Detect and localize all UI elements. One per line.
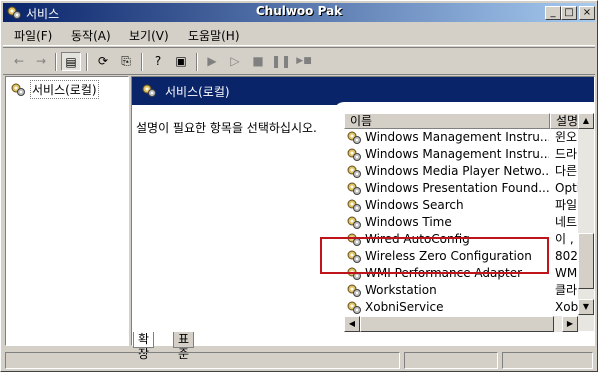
toolbar-separator bbox=[55, 53, 57, 71]
selection-hint: 설명이 필요한 항목을 선택하십시오. bbox=[136, 121, 317, 135]
computer-name-title: Chulwoo Pak bbox=[255, 4, 343, 18]
menu-bar: 파일(F) 동작(A) 보기(V) 도움말(H) bbox=[3, 24, 595, 46]
service-name: Windows Time bbox=[365, 215, 452, 229]
details-header-title: 서비스(로컬) bbox=[165, 85, 230, 99]
services-gear-icon bbox=[7, 6, 21, 19]
scroll-up-icon[interactable]: ▲ bbox=[578, 113, 594, 129]
menu-action[interactable]: 동작(A) bbox=[71, 27, 111, 44]
details-header: 서비스(로컬) bbox=[132, 77, 594, 105]
export-list-icon[interactable]: ⎘ bbox=[116, 52, 136, 71]
console-tree: 서비스(로컬) bbox=[5, 76, 129, 346]
service-row[interactable]: Windows Management Instru... 드라 bbox=[344, 146, 594, 163]
service-name: XobniService bbox=[365, 300, 444, 314]
close-button[interactable]: × bbox=[579, 6, 595, 20]
mmc-window: 서비스 Chulwoo Pak _ □ × 파일(F) 동작(A) 보기(V) … bbox=[0, 0, 598, 372]
toolbar-separator bbox=[141, 53, 143, 71]
service-row[interactable]: Windows Media Player Netwo... 다른 bbox=[344, 163, 594, 180]
service-row[interactable]: XobniService Xobr bbox=[344, 299, 594, 316]
window-title: 서비스 bbox=[26, 7, 60, 21]
services-list[interactable]: 이름 설명 Windows Management Instru... 윈오 Wind… bbox=[344, 113, 594, 331]
scroll-left-icon[interactable]: ◀ bbox=[344, 316, 360, 332]
service-row[interactable]: Windows Time 네트 bbox=[344, 214, 594, 231]
toolbar-separator bbox=[86, 53, 88, 71]
refresh-icon[interactable]: ⟳ bbox=[93, 52, 113, 71]
service-row[interactable]: Workstation 클라 bbox=[344, 282, 594, 299]
back-icon[interactable]: ← bbox=[9, 52, 29, 71]
vertical-scrollbar[interactable]: ▲ ▼ bbox=[578, 113, 594, 331]
service-name: Windows Search bbox=[365, 198, 464, 212]
toolbar: ← → ▤ ⟳ ⎘ ? ▣ ▶ ▷ ■ ❚❚ ▶■ bbox=[3, 47, 595, 75]
vertical-scroll-thumb[interactable] bbox=[578, 233, 594, 289]
service-name: Windows Presentation Found... bbox=[365, 181, 549, 195]
service-name: Wired AutoConfig bbox=[365, 232, 470, 246]
forward-icon[interactable]: → bbox=[31, 52, 51, 71]
service-name: WMI Performance Adapter bbox=[365, 266, 523, 280]
service-name: Windows Media Player Netwo... bbox=[365, 164, 549, 178]
service-row[interactable]: Windows Management Instru... 윈오 bbox=[344, 129, 594, 146]
status-bar bbox=[5, 352, 595, 370]
service-name: Windows Management Instru... bbox=[365, 147, 549, 161]
show-tree-icon[interactable]: ▤ bbox=[61, 52, 81, 71]
title-bar[interactable]: 서비스 Chulwoo Pak _ □ × bbox=[3, 3, 595, 22]
service-name: Wireless Zero Configuration bbox=[365, 249, 532, 263]
horizontal-scroll-thumb[interactable] bbox=[360, 316, 554, 332]
service-name: Workstation bbox=[365, 283, 437, 297]
help-icon[interactable]: ? bbox=[148, 52, 168, 71]
tab-standard[interactable]: 표준 bbox=[173, 332, 195, 361]
menu-view[interactable]: 보기(V) bbox=[129, 27, 169, 44]
scroll-down-icon[interactable]: ▼ bbox=[578, 299, 594, 315]
menu-file[interactable]: 파일(F) bbox=[14, 27, 52, 44]
resume-service-icon[interactable]: ▷ bbox=[225, 52, 245, 71]
tree-item-label: 서비스(로컬) bbox=[30, 80, 99, 99]
details-pane: 서비스(로컬) 설명이 필요한 항목을 선택하십시오. 이름 설명 Window… bbox=[131, 76, 595, 346]
status-panel-3 bbox=[502, 352, 593, 369]
horizontal-scrollbar[interactable]: ◀ ▶ bbox=[344, 316, 578, 332]
properties-icon[interactable]: ▣ bbox=[171, 52, 191, 71]
service-row[interactable]: Wireless Zero Configuration 802. bbox=[344, 248, 594, 265]
start-service-icon[interactable]: ▶ bbox=[202, 52, 222, 71]
stop-service-icon[interactable]: ■ bbox=[248, 52, 268, 71]
service-row[interactable]: Windows Presentation Found... Opti bbox=[344, 180, 594, 197]
tree-item-services-local[interactable]: 서비스(로컬) bbox=[10, 80, 99, 99]
service-row[interactable]: Windows Search 파일 bbox=[344, 197, 594, 214]
scroll-right-icon[interactable]: ▶ bbox=[562, 316, 578, 332]
column-header-name[interactable]: 이름 bbox=[344, 113, 550, 129]
toolbar-separator bbox=[196, 53, 198, 71]
restart-service-icon[interactable]: ▶■ bbox=[294, 52, 314, 71]
status-panel-main bbox=[5, 352, 400, 369]
service-name: Windows Management Instru... bbox=[365, 130, 549, 144]
menu-help[interactable]: 도움말(H) bbox=[188, 27, 240, 44]
services-gear-icon bbox=[142, 84, 156, 97]
status-panel-2 bbox=[404, 352, 498, 369]
service-row[interactable]: WMI Performance Adapter WM bbox=[344, 265, 594, 282]
pause-service-icon[interactable]: ❚❚ bbox=[271, 52, 291, 71]
service-row[interactable]: Wired AutoConfig 이 , bbox=[344, 231, 594, 248]
maximize-button[interactable]: □ bbox=[561, 6, 577, 20]
services-gear-icon bbox=[11, 83, 25, 96]
minimize-button[interactable]: _ bbox=[545, 6, 561, 20]
tab-extended[interactable]: 확장 bbox=[133, 332, 155, 361]
